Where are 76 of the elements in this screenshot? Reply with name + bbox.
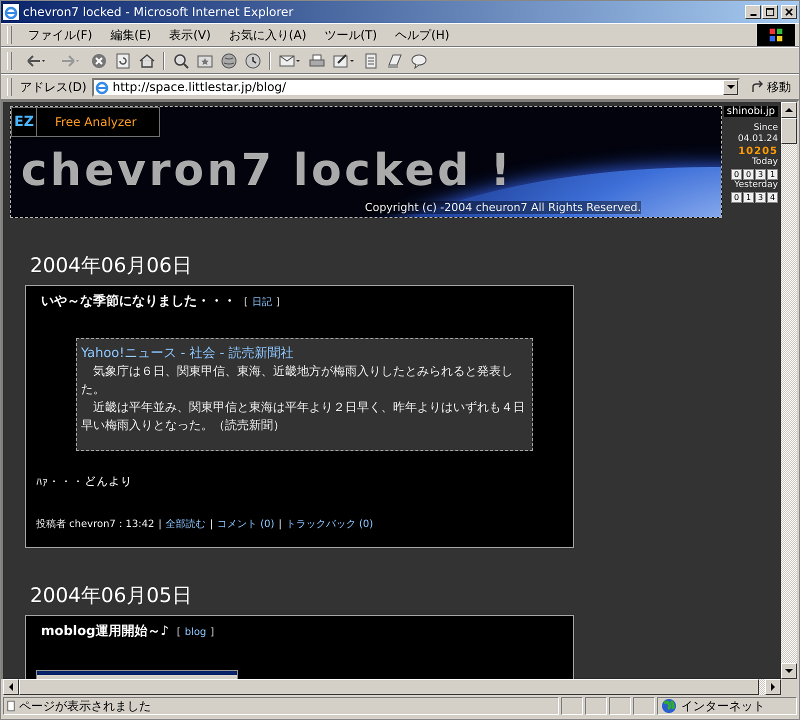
menu-item[interactable]: お気に入り(A) [220, 24, 314, 46]
status-pane [609, 697, 631, 715]
since-date: 04.01.24 [738, 134, 778, 145]
date-heading: 2004年06月06日 [30, 252, 193, 279]
post-title: moblog運用開始～♪ [41, 623, 169, 640]
yesterday-label: Yesterday [734, 180, 778, 191]
analyzer-badge[interactable]: EZ Free Analyzer [11, 107, 160, 137]
globe-icon [661, 698, 677, 714]
address-field[interactable]: http://space.littlestar.jp/blog/ [92, 78, 740, 96]
arrow-icon [750, 80, 764, 94]
footer-link[interactable]: トラックバック (0) [286, 517, 374, 531]
quote-paragraph: 近畿は平年並み、関東甲信と東海は平年より２日早く、昨年よりはいずれも４日早い梅雨入りとなった。（読売新聞） [81, 399, 526, 434]
separator-text: | [210, 519, 214, 530]
bracket-text: [ [244, 297, 248, 308]
separator-text: | [158, 519, 162, 530]
date-heading: 2004年06月05日 [30, 582, 193, 609]
total-count: 10205 [738, 146, 778, 157]
maximize-icon [766, 8, 774, 16]
go-button[interactable]: 移動 [742, 78, 799, 96]
status-pane [633, 697, 655, 715]
status-text: ページが表示されました [19, 698, 151, 714]
counter-digit: 1 [767, 168, 778, 180]
bracket-text: ] [276, 297, 280, 308]
bracket-text: [ [176, 627, 181, 638]
counter-digit: 3 [755, 192, 766, 203]
close-button[interactable] [781, 5, 797, 19]
menu-item[interactable]: ツール(T) [316, 24, 386, 46]
windows-logo-icon [757, 24, 795, 46]
analyzer-ez-label: EZ [12, 108, 37, 136]
footer-link[interactable]: 全部読む [166, 517, 206, 531]
page-icon [94, 79, 110, 95]
counter-digit: 3 [755, 168, 766, 180]
status-pane [585, 697, 607, 715]
caret-icon [785, 108, 793, 112]
browser-logo-icon [3, 4, 19, 20]
dropdown-button[interactable] [723, 80, 738, 94]
analyzer-label: Free Analyzer [54, 115, 136, 129]
today-label: Today [752, 158, 778, 168]
counter-site-label[interactable]: shinobi.jp [724, 106, 778, 117]
scroll-track[interactable] [759, 679, 765, 695]
menu-item[interactable]: 編集(E) [102, 24, 160, 46]
banner-title: chevron7 locked ! [21, 145, 514, 196]
post-author-time: 投稿者 chevron7 : 13:42 [36, 518, 154, 531]
category-link[interactable]: 日記 [252, 295, 272, 309]
counter-digit: 0 [743, 168, 754, 180]
maximize-button[interactable] [762, 5, 778, 19]
quote-paragraph: 気象庁は６日、関東甲信、東海、近畿地方が梅雨入りしたとみられると発表した。 [81, 363, 514, 398]
caret-icon [785, 669, 793, 673]
news-source-link[interactable]: Yahoo!ニュース - 社会 - 読売新聞社 [81, 344, 528, 362]
counter-digit: 4 [767, 192, 778, 203]
scroll-thumb[interactable] [781, 118, 797, 144]
minimize-icon [750, 14, 756, 16]
minimize-button[interactable] [745, 5, 761, 19]
status-pane [561, 697, 583, 715]
caret-icon [726, 85, 734, 89]
counter-digit: 1 [743, 192, 754, 203]
counter-digit: 0 [731, 168, 742, 180]
since-label: Since [754, 124, 778, 134]
separator-text: | [278, 519, 282, 530]
footer-link[interactable]: コメント (0) [217, 517, 274, 531]
menu-item[interactable]: ヘルプ(H) [387, 24, 458, 46]
copyright-text: Copyright (c) -2004 cheuron7 All Rights Reserved. [364, 201, 641, 214]
category-link[interactable]: blog [184, 627, 206, 638]
menu-item[interactable]: 表示(V) [161, 24, 219, 46]
caret-icon [771, 683, 775, 691]
window-title: chevron7 locked - Microsoft Internet Explorer [23, 5, 294, 19]
address-label: アドレス(D) [20, 78, 88, 96]
page-icon [7, 700, 15, 712]
caret-icon [9, 683, 13, 691]
menu-item[interactable]: ファイル(F) [20, 24, 100, 46]
counter-digit: 0 [731, 192, 742, 203]
close-icon [784, 8, 794, 16]
security-zone-label: インターネット [681, 698, 765, 714]
bracket-text: ] [210, 627, 214, 638]
post-text: ﾊｧ・・・どんより [36, 475, 133, 489]
post-title: いや～な季節になりました・・・ [41, 292, 236, 310]
